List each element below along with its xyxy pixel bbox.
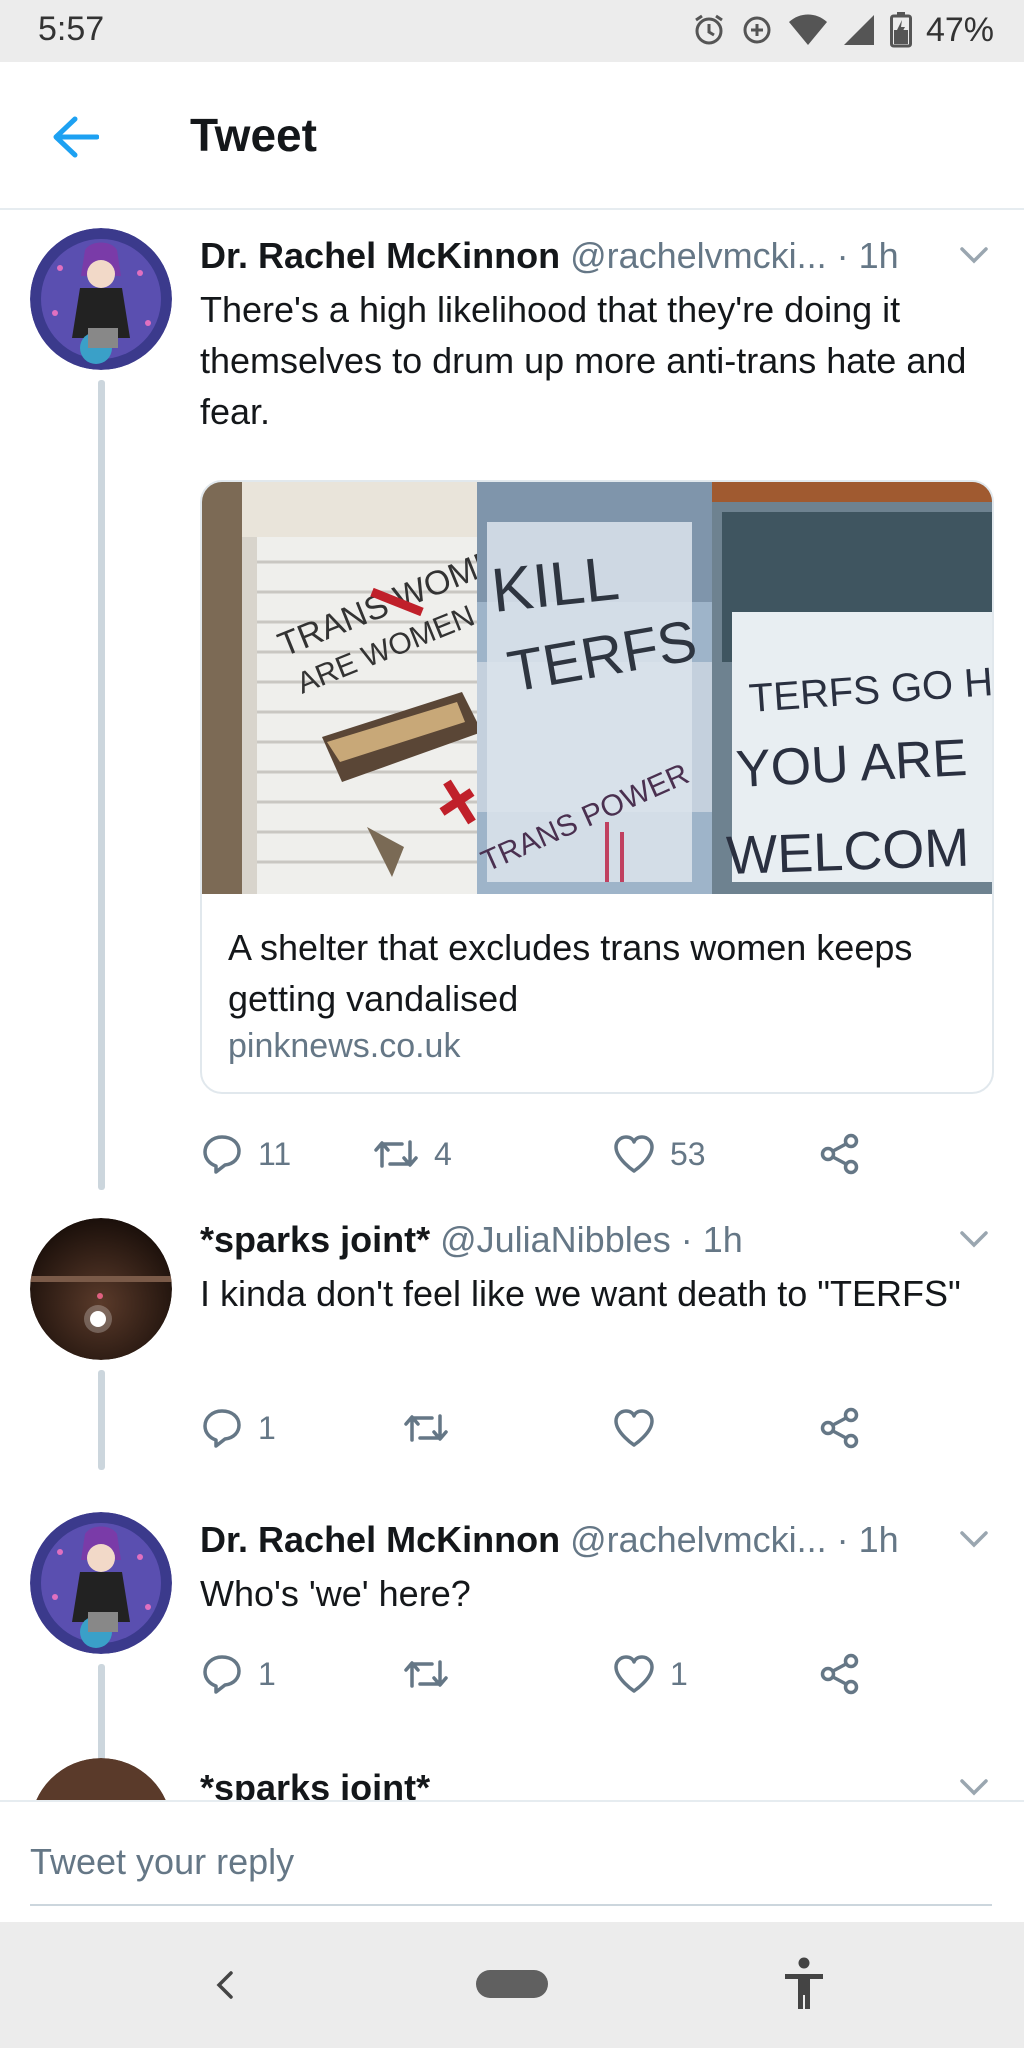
tweet-header: *sparks joint* @JuliaNibbles · 1h	[200, 1218, 994, 1262]
tweet-text: There's a high likelihood that they're d…	[200, 289, 967, 432]
retweet-button[interactable]	[402, 1398, 464, 1458]
tweet-header: Dr. Rachel McKinnon @rachelvmcki... · 1h	[200, 234, 994, 278]
signal-icon	[843, 15, 874, 45]
avatar[interactable]	[30, 228, 172, 370]
tweet-time: · 1h	[836, 1519, 899, 1560]
reply-button[interactable]: 1	[200, 1398, 276, 1458]
accessibility-button[interactable]	[774, 1952, 834, 2016]
author-handle: @JuliaNibbles	[440, 1219, 671, 1260]
author-handle: @rachelvmcki...	[570, 235, 827, 276]
card-domain: pinknews.co.uk	[228, 1027, 461, 1065]
thread-line	[98, 1370, 105, 1470]
reply-count: 11	[258, 1135, 292, 1172]
card-image-text: WELCOM	[725, 818, 970, 886]
card-image: TRANS WOMEN ARE WOMEN KILL TERFS TRANS P…	[202, 482, 992, 894]
heart-icon	[614, 1409, 654, 1447]
reply-button[interactable]: 1	[200, 1644, 276, 1704]
chevron-down-icon[interactable]	[954, 1224, 994, 1254]
retweet-count: 4	[434, 1135, 452, 1172]
tweet-content: Dr. Rachel McKinnon @rachelvmcki... · 1h…	[200, 1518, 994, 1619]
tweet-item[interactable]: Dr. Rachel McKinnon @rachelvmcki... · 1h…	[0, 1512, 1024, 1764]
reply-icon	[203, 1135, 241, 1174]
tweet-header: *sparks joint*	[200, 1766, 994, 1800]
tweet-time: · 1h	[836, 235, 899, 276]
system-nav-bar	[0, 1922, 1024, 2048]
retweet-icon	[404, 1660, 448, 1688]
accessibility-icon	[785, 1957, 823, 2009]
tweet-item[interactable]: *sparks joint* @JuliaNibbles · 1h I kind…	[0, 1218, 1024, 1498]
thread-line	[98, 1664, 105, 1764]
status-icons: 47%	[692, 10, 994, 50]
link-card[interactable]: TRANS WOMEN ARE WOMEN KILL TERFS TRANS P…	[200, 480, 994, 1094]
tweet-thread: Dr. Rachel McKinnon @rachelvmcki... · 1h…	[0, 210, 1024, 1800]
like-count: 1	[670, 1655, 688, 1692]
tweet-content: Dr. Rachel McKinnon @rachelvmcki... · 1h…	[200, 234, 994, 437]
retweet-icon	[404, 1414, 448, 1442]
share-button[interactable]	[818, 1398, 862, 1458]
tweet-content: *sparks joint* @JuliaNibbles · 1h I kind…	[200, 1218, 994, 1319]
chevron-down-icon[interactable]	[954, 1772, 994, 1800]
page-title: Tweet	[190, 109, 317, 161]
status-time: 5:57	[38, 10, 105, 48]
nav-back-button[interactable]	[200, 1960, 250, 2010]
tweet-content: *sparks joint*	[200, 1766, 994, 1800]
reply-count: 1	[258, 1655, 276, 1692]
like-button[interactable]: 1	[612, 1644, 688, 1704]
back-arrow-icon	[53, 116, 99, 158]
author-name[interactable]: Dr. Rachel McKinnon	[200, 1518, 560, 1562]
reply-count: 1	[258, 1409, 276, 1446]
tweet-text: I kinda don't feel like we want death to…	[200, 1273, 961, 1314]
battery-icon	[889, 12, 912, 48]
share-icon	[820, 1407, 859, 1449]
heart-icon	[614, 1655, 654, 1693]
reply-bar	[0, 1800, 1024, 1922]
reply-icon	[203, 1409, 241, 1448]
tweet-actions: 1	[200, 1398, 880, 1458]
share-button[interactable]	[818, 1124, 862, 1184]
tweet-item[interactable]: *sparks joint*	[0, 1758, 1024, 1800]
tweet-actions: 1 1	[200, 1644, 880, 1704]
chevron-down-icon[interactable]	[954, 1524, 994, 1554]
tweet-actions: 11 4 53	[200, 1124, 880, 1184]
retweet-button[interactable]: 4	[372, 1124, 452, 1184]
card-image-text: KILL	[488, 544, 622, 626]
share-icon	[820, 1133, 859, 1175]
retweet-button[interactable]	[402, 1644, 464, 1704]
retweet-icon	[374, 1140, 418, 1168]
author-handle: @rachelvmcki...	[570, 1519, 827, 1560]
author-name[interactable]: *sparks joint*	[200, 1766, 430, 1800]
avatar[interactable]	[30, 1218, 172, 1360]
tweet-item[interactable]: Dr. Rachel McKinnon @rachelvmcki... · 1h…	[0, 228, 1024, 1228]
like-button[interactable]	[612, 1398, 670, 1458]
nav-back-icon	[216, 1971, 233, 1999]
battery-percent: 47%	[925, 10, 994, 49]
thread-line	[98, 380, 105, 1190]
reply-input[interactable]	[30, 1820, 992, 1906]
share-button[interactable]	[818, 1644, 862, 1704]
tweet-header: Dr. Rachel McKinnon @rachelvmcki... · 1h	[200, 1518, 994, 1562]
tweet-time: · 1h	[680, 1219, 743, 1260]
tweet-text: Who's 'we' here?	[200, 1573, 471, 1614]
chevron-down-icon[interactable]	[954, 240, 994, 270]
back-button[interactable]	[40, 102, 110, 172]
card-title: A shelter that excludes trans women keep…	[228, 927, 913, 1019]
author-name[interactable]: *sparks joint*	[200, 1218, 430, 1262]
reply-icon	[203, 1655, 241, 1694]
avatar[interactable]	[30, 1758, 172, 1800]
nav-home-button[interactable]	[476, 1970, 548, 1998]
avatar[interactable]	[30, 1512, 172, 1654]
card-image-text: YOU ARE	[735, 729, 969, 799]
app-header: Tweet	[0, 62, 1024, 210]
status-bar: 5:57 47%	[0, 0, 1024, 62]
like-count: 53	[670, 1135, 706, 1172]
author-name[interactable]: Dr. Rachel McKinnon	[200, 234, 560, 278]
share-icon	[820, 1653, 859, 1695]
wifi-icon	[788, 14, 827, 45]
alarm-icon	[695, 14, 723, 45]
reply-button[interactable]: 11	[200, 1124, 291, 1184]
data-saver-icon	[743, 16, 771, 44]
like-button[interactable]: 53	[612, 1124, 706, 1184]
heart-icon	[614, 1135, 654, 1173]
